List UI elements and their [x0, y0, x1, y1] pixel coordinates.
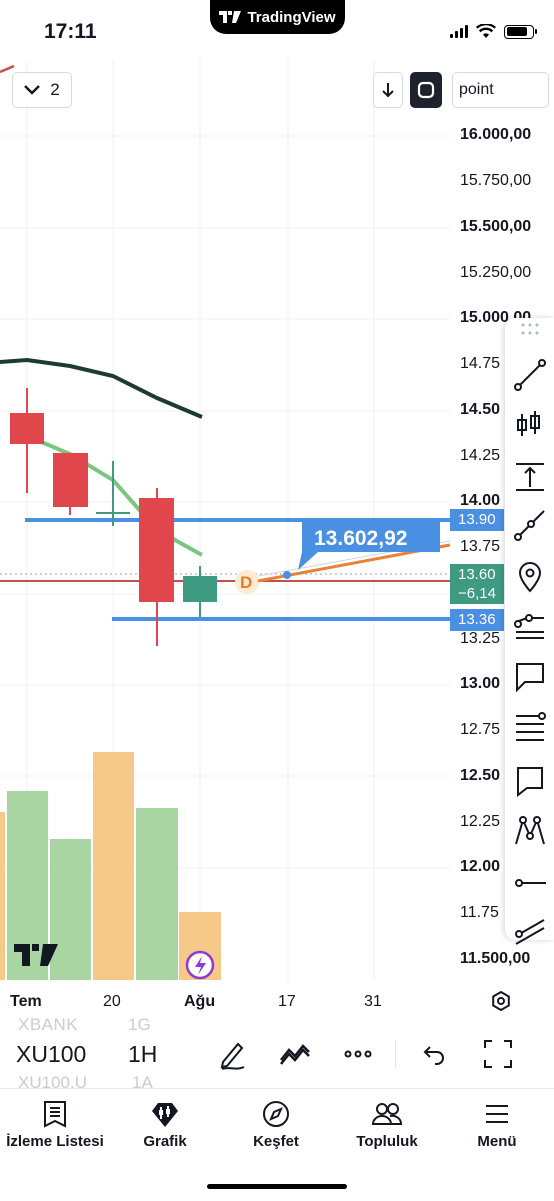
ray-icon[interactable]	[513, 508, 547, 542]
chevron-down-icon	[24, 85, 41, 95]
price-label: 12.25	[460, 813, 501, 830]
time-label: Tem	[10, 993, 42, 1010]
tradingview-pill: TradingView	[210, 0, 345, 34]
price-label: 14.75	[460, 355, 501, 372]
volume-bar	[136, 808, 178, 980]
symbol-bar-divider	[395, 1040, 396, 1068]
chart-icon	[152, 1103, 178, 1127]
status-icons	[450, 24, 537, 39]
candle	[139, 488, 174, 646]
price-label: 14.25	[460, 447, 501, 464]
battery-icon	[504, 24, 537, 39]
nav-menu-label: Menü	[477, 1133, 517, 1150]
horizontal-ray-icon[interactable]	[513, 866, 547, 900]
frame-icon	[417, 81, 435, 99]
price-label: 14.00	[460, 492, 501, 509]
trend-line-icon[interactable]	[513, 358, 547, 392]
arrow-down-icon	[382, 83, 394, 98]
measure-icon[interactable]	[513, 460, 547, 494]
price-label: 11.75	[460, 904, 499, 921]
candle	[10, 388, 44, 493]
unit-field[interactable]: point	[452, 72, 549, 108]
price-label: 15.750,00	[460, 172, 532, 189]
nav-community-label: Topluluk	[356, 1133, 418, 1150]
volume-bar	[50, 839, 91, 980]
time-label: 20	[103, 993, 121, 1010]
drag-handle-icon[interactable]	[519, 320, 541, 340]
nav-chart-label: Grafik	[143, 1133, 187, 1150]
price-label: 15.500,00	[460, 218, 532, 235]
callout-icon[interactable]	[513, 660, 547, 694]
dividend-marker-label: D	[240, 573, 252, 592]
fullscreen-toggle-button[interactable]	[410, 72, 442, 108]
lower-line-price-tag: 13.36	[450, 609, 504, 631]
current-price-tag: 13.60 −6,14	[450, 564, 504, 604]
compass-icon	[263, 1101, 289, 1127]
axis-settings-icon[interactable]	[490, 990, 512, 1012]
fullscreen-icon[interactable]	[480, 1036, 516, 1072]
price-label: 16.000,00	[460, 126, 532, 143]
collapse-indicators-button[interactable]: 2	[12, 72, 72, 108]
price-label: 12.00	[460, 858, 501, 875]
price-label: 15.250,00	[460, 264, 532, 281]
time-label: Ağu	[184, 993, 216, 1010]
price-label: 13.00	[460, 675, 501, 692]
volume-bar	[0, 812, 5, 980]
upper-line-price-tag: 13.90	[450, 509, 504, 531]
candle	[53, 453, 88, 515]
watchlist-icon	[44, 1101, 66, 1128]
trend-line-handle[interactable]	[283, 571, 291, 579]
price-label: 12.75	[460, 721, 501, 738]
ghost-interval-above: 1G	[128, 1015, 151, 1034]
time-label: 17	[278, 993, 296, 1010]
ghost-symbol-above: XBANK	[18, 1015, 79, 1034]
collapse-count: 2	[50, 80, 60, 99]
fib-lines-icon[interactable]	[513, 710, 547, 744]
wifi-icon	[476, 24, 496, 38]
price-label: 14.50	[460, 401, 501, 418]
current-price-change: −6,14	[458, 585, 496, 602]
signal-icon	[450, 25, 468, 38]
price-label: 12.50	[460, 767, 501, 784]
undo-icon[interactable]	[415, 1036, 451, 1072]
pin-icon[interactable]	[513, 560, 547, 594]
pill-label: TradingView	[247, 8, 336, 26]
pen-icon[interactable]	[214, 1036, 250, 1072]
current-price-value: 13.60	[458, 566, 496, 583]
menu-icon	[486, 1105, 508, 1123]
indicators-icon[interactable]	[277, 1036, 313, 1072]
drawing-toolbar	[505, 318, 554, 945]
moving-average-red-stub	[0, 64, 15, 74]
parallel-channel-icon[interactable]	[513, 610, 547, 644]
candlestick-tool-icon[interactable]	[513, 408, 547, 442]
nav-menu[interactable]: Menü	[437, 1089, 554, 1150]
home-indicator	[207, 1184, 347, 1189]
nav-explore[interactable]: Keşfet	[216, 1089, 336, 1150]
nav-watchlist[interactable]: İzleme Listesi	[0, 1089, 115, 1150]
nav-watchlist-label: İzleme Listesi	[6, 1133, 104, 1150]
moving-average-dark	[0, 357, 203, 419]
nav-explore-label: Keşfet	[253, 1133, 299, 1150]
price-callout-text: 13.602,92	[314, 527, 407, 550]
price-label: 13.75	[460, 538, 501, 555]
community-icon	[371, 1103, 403, 1125]
trend-angle-icon[interactable]	[513, 914, 547, 948]
price-label: 13.25	[460, 630, 501, 647]
volume-bar	[93, 752, 134, 980]
tradingview-logo-icon	[219, 11, 242, 23]
status-time: 17:11	[44, 20, 97, 43]
pattern-icon[interactable]	[513, 814, 547, 848]
scroll-down-button[interactable]	[373, 72, 403, 108]
nav-chart[interactable]: Grafik	[105, 1089, 225, 1150]
symbol-selector[interactable]: XU100	[16, 1041, 86, 1068]
more-icon[interactable]	[340, 1036, 376, 1072]
interval-selector[interactable]: 1H	[128, 1041, 157, 1068]
comment-icon[interactable]	[513, 764, 547, 798]
nav-community[interactable]: Topluluk	[327, 1089, 447, 1150]
time-label: 31	[364, 993, 382, 1010]
price-label: 11.500,00	[460, 950, 531, 967]
